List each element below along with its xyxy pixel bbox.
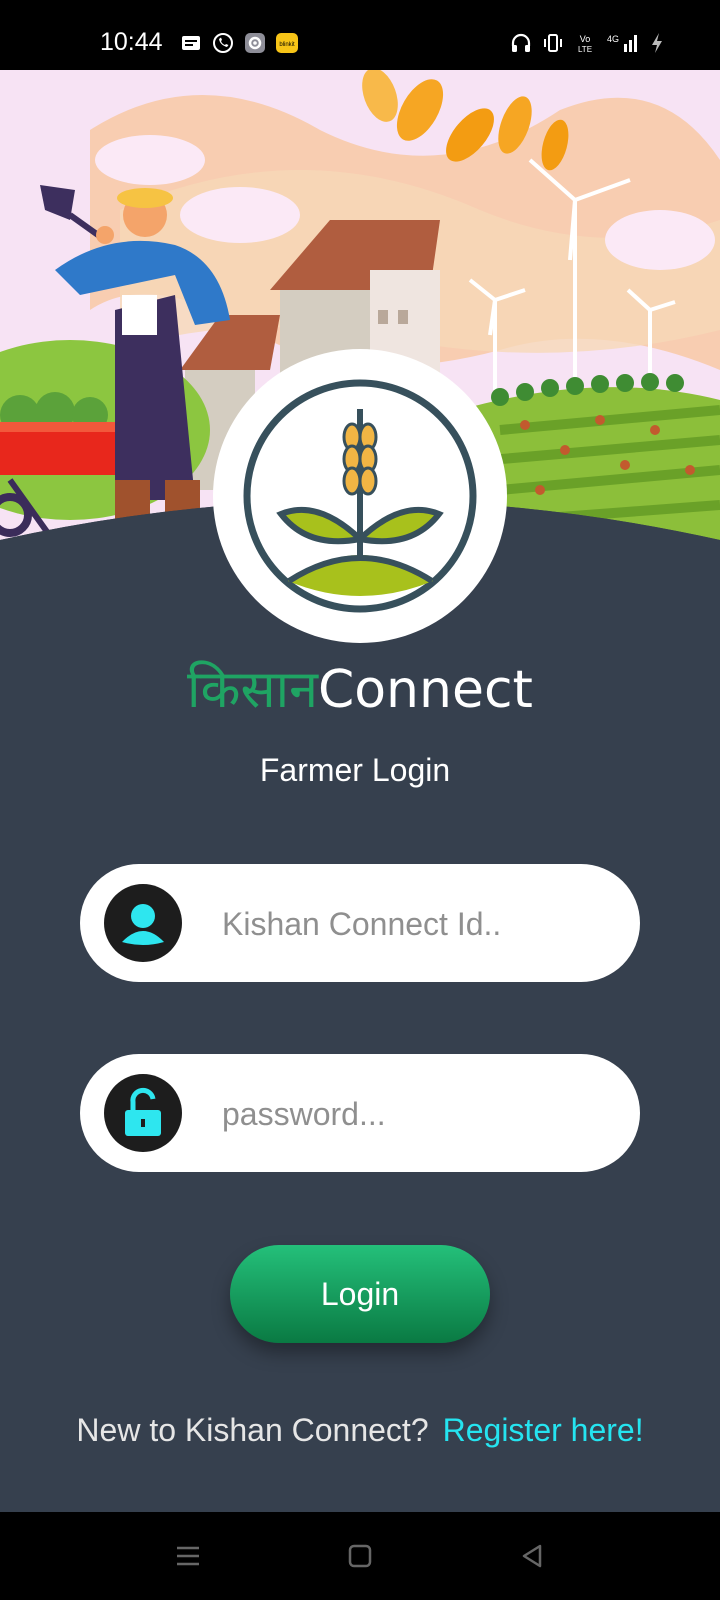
brand-english: Connect (317, 660, 533, 720)
headphones-icon (511, 33, 531, 52)
notification-icons: blinkit (180, 32, 298, 54)
password-field[interactable] (80, 1054, 640, 1172)
charging-icon (652, 33, 662, 53)
login-button[interactable]: Login (230, 1245, 490, 1343)
system-icons: Vo LTE 4G (510, 32, 664, 54)
blinkit-icon: blinkit (276, 33, 298, 53)
brand-title: किसानConnect (0, 650, 720, 730)
message-icon (182, 36, 200, 50)
register-link[interactable]: Register here! (443, 1412, 644, 1448)
page-title: Farmer Login (259, 752, 451, 788)
menu-icon[interactable] (172, 1540, 204, 1572)
user-icon (104, 884, 182, 962)
status-time: 10:44 (100, 28, 163, 56)
register-question: New to Kishan Connect? (76, 1412, 429, 1448)
vibrate-icon (544, 34, 562, 52)
register-prompt: New to Kishan Connect? Register here! (0, 1412, 720, 1449)
password-input[interactable] (220, 1084, 614, 1144)
home-icon[interactable] (344, 1540, 376, 1572)
network-label: 4G (607, 34, 619, 44)
blinkit-label: blinkit (279, 42, 295, 48)
volte-icon: VoLTE (578, 34, 592, 54)
svg-text:LTE: LTE (578, 45, 592, 54)
id-input[interactable] (220, 894, 614, 954)
id-field[interactable] (80, 864, 640, 982)
back-icon[interactable] (516, 1540, 548, 1572)
svg-text:Vo: Vo (580, 34, 591, 44)
status-bar: 10:44 blinkit Vo LTE 4G (0, 0, 720, 70)
system-nav-bar (0, 1512, 720, 1600)
settings-app-icon (245, 33, 265, 53)
whatsapp-icon (213, 33, 233, 53)
brand-hindi: किसान (187, 660, 318, 720)
app-logo (213, 349, 507, 643)
unlock-icon (104, 1074, 182, 1152)
signal-4g-icon: 4G (607, 34, 637, 52)
wheat-sprout-icon (243, 379, 477, 613)
